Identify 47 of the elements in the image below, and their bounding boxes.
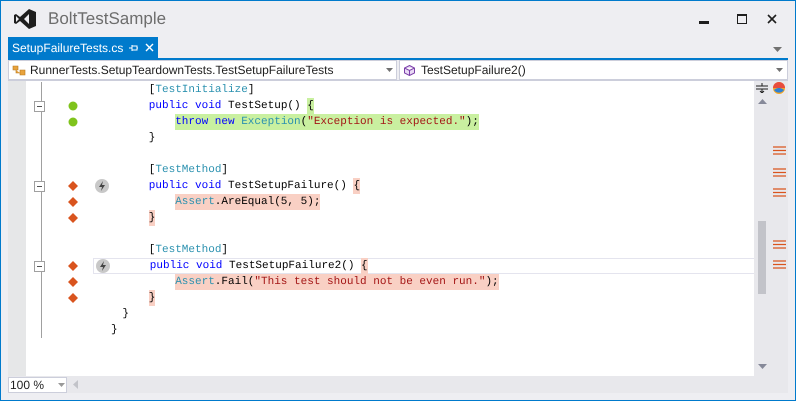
method-cube-icon [404, 64, 415, 76]
type-combo[interactable]: RunnerTests.SetupTeardownTests.TestSetupFailureTests [8, 60, 397, 80]
code-line: [TestInitialize] [148, 83, 254, 98]
close-icon[interactable] [145, 43, 154, 52]
document-tab[interactable]: SetupFailureTests.cs [8, 37, 158, 58]
code-line: } [111, 323, 118, 338]
error-marker-icon[interactable] [772, 168, 786, 177]
dropdown-caret-icon[interactable] [776, 68, 783, 72]
lightning-icon[interactable] [96, 259, 110, 273]
fold-toggle[interactable] [34, 260, 45, 272]
fold-toggle[interactable] [34, 100, 45, 112]
tab-list-dropdown-icon[interactable] [773, 47, 782, 52]
combo-text: RunnerTests.SetupTeardownTests.TestSetupFailureTests [30, 62, 334, 79]
fold-toggle[interactable] [34, 180, 45, 192]
error-marker-icon[interactable] [772, 188, 786, 197]
combo-text: TestSetupFailure2() [421, 62, 527, 79]
class-icon [12, 64, 26, 76]
window-title: BoltTestSample [48, 8, 166, 30]
minimize-icon [699, 21, 709, 24]
member-combo[interactable]: TestSetupFailure2() [399, 60, 788, 80]
code-line: public void TestSetup() { [148, 98, 314, 114]
code-line: [TestMethod] [148, 243, 228, 258]
zoom-combo[interactable]: 100 % [8, 376, 67, 392]
dropdown-caret-icon[interactable] [386, 68, 393, 72]
zoom-text: 100 % [10, 376, 46, 394]
scroll-thumb[interactable] [758, 221, 766, 294]
scroll-up-icon[interactable] [758, 99, 766, 104]
tab-label: SetupFailureTests.cs [12, 40, 124, 56]
lightning-icon[interactable] [95, 179, 109, 193]
pin-icon[interactable] [129, 42, 140, 52]
code-line: public void TestSetupFailure() { [148, 178, 360, 194]
maximize-icon [737, 14, 747, 24]
code-line: } [148, 131, 156, 146]
app-logo-icon [14, 9, 36, 29]
error-marker-icon[interactable] [772, 146, 786, 155]
error-marker-icon[interactable] [772, 240, 786, 249]
scroll-down-icon[interactable] [758, 364, 766, 369]
code-line: } [122, 307, 129, 322]
code-line: public void TestSetupFailure2() { [150, 258, 368, 274]
code-line: throw new Exception("Exception is expected."); [175, 114, 479, 130]
close-icon [767, 14, 777, 24]
split-icon[interactable] [756, 83, 768, 93]
dropdown-caret-icon[interactable] [58, 382, 65, 386]
error-marker-icon[interactable] [772, 260, 786, 269]
code-line: [TestMethod] [148, 163, 228, 178]
code-line: Assert.Fail("This test should not be even run."); [175, 274, 499, 290]
code-line: Assert.AreEqual(5, 5); [175, 194, 320, 210]
